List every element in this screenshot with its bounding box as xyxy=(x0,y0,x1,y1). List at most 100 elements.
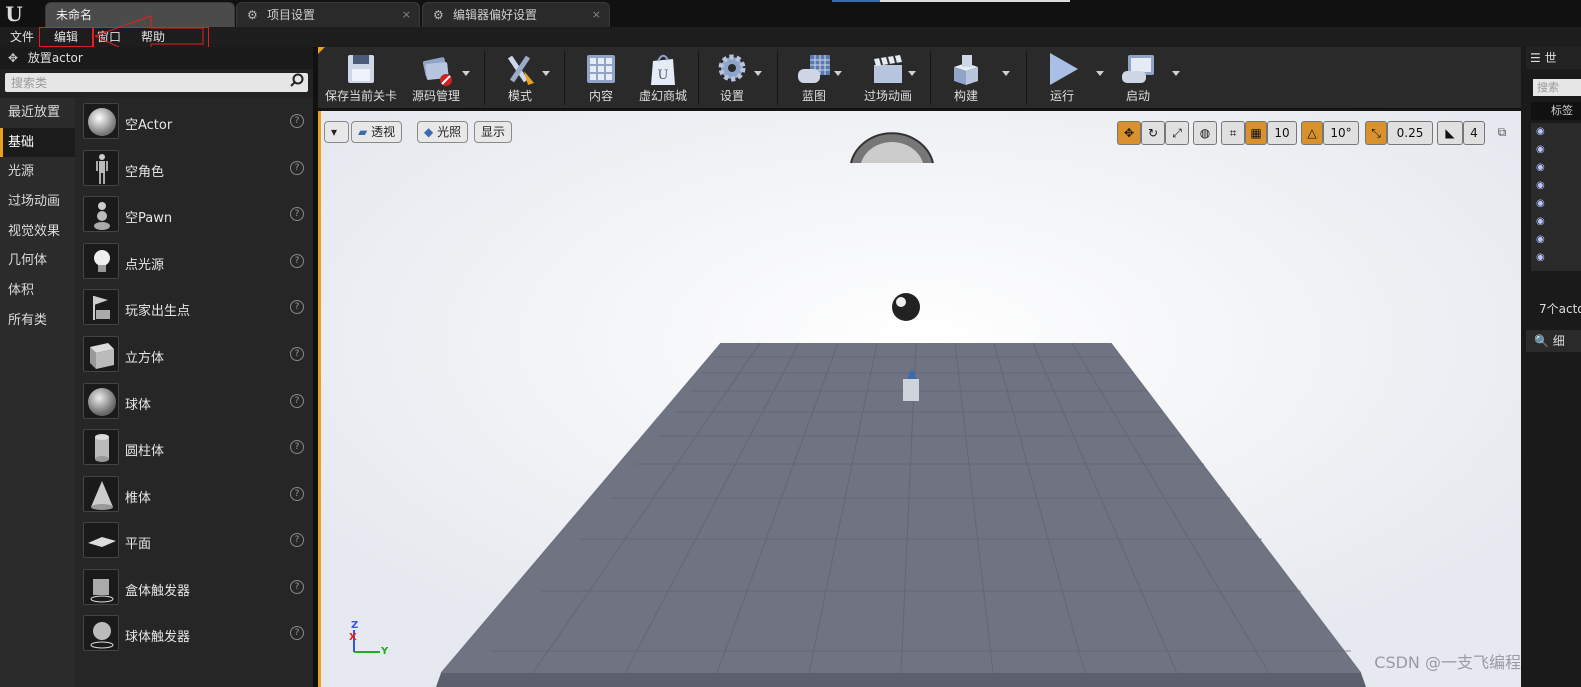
cylinder-icon xyxy=(83,429,119,465)
close-icon[interactable]: × xyxy=(402,3,411,27)
scale-tool-icon[interactable]: ⤢ xyxy=(1165,121,1189,145)
mannequin-icon xyxy=(83,150,119,186)
eye-icon[interactable]: ◉ xyxy=(1536,127,1550,137)
rotation-snap-value[interactable]: 10° xyxy=(1323,121,1359,145)
world-local-icon[interactable]: ◍ xyxy=(1193,121,1217,145)
help-icon[interactable]: ? xyxy=(290,347,304,361)
level-viewport[interactable]: ▾ ▰ 透视 ◆ 光照 显示 ✥ ↻ ⤢ ◍ ⌗ ▦ 10 △ 10° ⤡ 0.… xyxy=(318,111,1521,687)
scale-snap-icon[interactable]: ⤡ xyxy=(1365,121,1387,145)
category-visual-effects[interactable]: 视觉效果 xyxy=(0,217,75,247)
list-item[interactable]: 球体 ? xyxy=(83,383,308,423)
eye-icon[interactable]: ◉ xyxy=(1536,253,1550,263)
title-accent xyxy=(880,0,1070,2)
help-icon[interactable]: ? xyxy=(290,580,304,594)
category-lights[interactable]: 光源 xyxy=(0,157,75,187)
list-item[interactable]: 玩家出生点 ? xyxy=(83,289,308,329)
list-item[interactable]: 椎体 ? xyxy=(83,476,308,516)
chevron-down-icon[interactable] xyxy=(1002,71,1010,76)
category-all-classes[interactable]: 所有类 xyxy=(0,306,75,336)
chevron-down-icon[interactable] xyxy=(1096,71,1104,76)
help-icon[interactable]: ? xyxy=(290,207,304,221)
rotation-snap-icon[interactable]: △ xyxy=(1301,121,1323,145)
search-icon[interactable] xyxy=(288,73,306,92)
source-control-icon xyxy=(422,57,452,86)
blueprints-button[interactable]: 蓝图 xyxy=(786,49,842,107)
outliner-column-header[interactable]: 标签 xyxy=(1531,102,1581,120)
source-control-button[interactable]: 源码管理 xyxy=(404,49,468,107)
list-item[interactable]: 盒体触发器 ? xyxy=(83,569,308,609)
content-button[interactable]: 内容 xyxy=(572,49,630,107)
lit-button[interactable]: ◆ 光照 xyxy=(417,121,469,143)
list-item[interactable]: 球体触发器 ? xyxy=(83,615,308,655)
item-label: 盒体触发器 xyxy=(125,584,191,599)
unreal-logo-icon[interactable]: U xyxy=(2,2,26,26)
item-label: 立方体 xyxy=(125,351,165,366)
tab-editor-preferences[interactable]: ⚙ 编辑器偏好设置 × xyxy=(422,2,610,27)
help-icon[interactable]: ? xyxy=(290,533,304,547)
category-recent[interactable]: 最近放置 xyxy=(0,98,75,128)
surface-snap-icon[interactable]: ⌗ xyxy=(1221,121,1245,145)
toolbar-label: 模式 xyxy=(507,89,532,103)
list-item[interactable]: 空Actor ? xyxy=(83,103,308,143)
camera-speed-icon[interactable]: ◣ xyxy=(1437,121,1463,145)
chevron-down-icon[interactable] xyxy=(908,71,916,76)
help-icon[interactable]: ? xyxy=(290,487,304,501)
grid-snap-icon[interactable]: ▦ xyxy=(1245,121,1267,145)
viewport-options-button[interactable]: ▾ xyxy=(324,121,349,143)
eye-icon[interactable]: ◉ xyxy=(1536,163,1550,173)
rotate-tool-icon[interactable]: ↻ xyxy=(1141,121,1165,145)
close-icon[interactable]: × xyxy=(592,3,601,27)
category-volumes[interactable]: 体积 xyxy=(0,276,75,306)
tab-project-settings[interactable]: ⚙ 项目设置 × xyxy=(236,2,420,27)
help-icon[interactable]: ? xyxy=(290,114,304,128)
eye-icon[interactable]: ◉ xyxy=(1536,181,1550,191)
help-icon[interactable]: ? xyxy=(290,254,304,268)
help-icon[interactable]: ? xyxy=(290,300,304,314)
scale-snap-value[interactable]: 0.25 xyxy=(1387,121,1433,145)
help-icon[interactable]: ? xyxy=(290,161,304,175)
sphere-icon xyxy=(83,103,119,139)
details-tab[interactable]: 🔍 细 xyxy=(1526,330,1581,352)
cinematics-button[interactable]: 过场动画 xyxy=(850,49,926,107)
category-cinematic[interactable]: 过场动画 xyxy=(0,187,75,217)
category-basic[interactable]: 基础 xyxy=(0,127,75,158)
perspective-button[interactable]: ▰ 透视 xyxy=(351,121,403,143)
chevron-down-icon[interactable] xyxy=(834,71,842,76)
save-level-button[interactable]: 保存当前关卡 xyxy=(324,49,398,107)
eye-icon[interactable]: ◉ xyxy=(1536,199,1550,209)
category-geometry[interactable]: 几何体 xyxy=(0,246,75,276)
world-outliner-header[interactable]: ☰ 世 xyxy=(1526,47,1581,69)
menu-file[interactable]: 文件 xyxy=(10,28,34,46)
axis-gizmo: Z X Y xyxy=(346,620,396,665)
camera-speed-value[interactable]: 4 xyxy=(1463,121,1485,145)
outliner-search-input[interactable]: 搜索 xyxy=(1533,79,1581,96)
list-item[interactable]: 空角色 ? xyxy=(83,150,308,190)
list-item[interactable]: 平面 ? xyxy=(83,522,308,562)
translate-tool-icon[interactable]: ✥ xyxy=(1117,121,1141,145)
build-button[interactable]: 构建 xyxy=(938,49,994,107)
eye-icon[interactable]: ◉ xyxy=(1536,235,1550,245)
show-button[interactable]: 显示 xyxy=(474,121,513,143)
help-icon[interactable]: ? xyxy=(290,440,304,454)
chevron-down-icon[interactable] xyxy=(1172,71,1180,76)
grid-snap-value[interactable]: 10 xyxy=(1267,121,1297,145)
marketplace-button[interactable]: U 虚幻商城 xyxy=(631,49,695,107)
chevron-down-icon[interactable] xyxy=(542,71,550,76)
eye-icon[interactable]: ◉ xyxy=(1536,145,1550,155)
modes-button[interactable]: 模式 xyxy=(488,49,552,107)
help-icon[interactable]: ? xyxy=(290,626,304,640)
help-icon[interactable]: ? xyxy=(290,394,304,408)
settings-button[interactable]: 设置 xyxy=(704,49,760,107)
maximize-viewport-icon[interactable]: ⧉ xyxy=(1493,121,1511,145)
play-button[interactable]: 运行 xyxy=(1034,49,1090,107)
list-item[interactable]: 空Pawn ? xyxy=(83,196,308,236)
launch-button[interactable]: 启动 xyxy=(1110,49,1166,107)
eye-icon[interactable]: ◉ xyxy=(1536,217,1550,227)
show-label: 显示 xyxy=(481,125,506,139)
class-search-input[interactable] xyxy=(5,73,275,92)
chevron-down-icon[interactable] xyxy=(462,71,470,76)
list-item[interactable]: 圆柱体 ? xyxy=(83,429,308,469)
list-item[interactable]: 点光源 ? xyxy=(83,243,308,283)
list-item[interactable]: 立方体 ? xyxy=(83,336,308,376)
chevron-down-icon[interactable] xyxy=(754,71,762,76)
